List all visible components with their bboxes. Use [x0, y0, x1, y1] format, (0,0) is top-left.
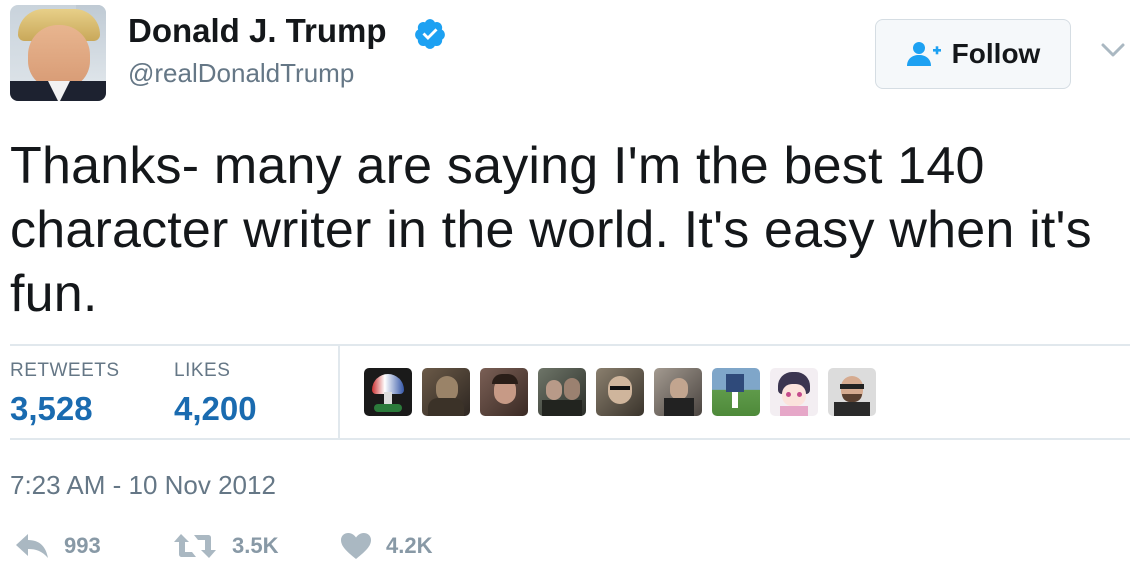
tweet-card: Donald J. Trump @realDonaldTrump Follow …: [0, 0, 1142, 568]
stats-bottom-divider: [10, 438, 1130, 440]
follow-button-label: Follow: [951, 38, 1041, 69]
liker-avatar-2[interactable]: [422, 368, 470, 416]
liker-avatar-5[interactable]: [596, 368, 644, 416]
verified-badge-icon: [415, 19, 445, 49]
heart-icon: [341, 533, 371, 559]
like-count: 4.2K: [386, 533, 433, 558]
likes-stat[interactable]: LIKES 4,200: [174, 360, 257, 428]
retweets-label: RETWEETS: [10, 360, 120, 381]
liked-by-avatars: [364, 368, 876, 416]
reply-count: 993: [64, 533, 101, 558]
retweets-value: 3,528: [10, 390, 93, 427]
likes-label: LIKES: [174, 360, 231, 381]
author-avatar[interactable]: [10, 5, 106, 101]
reply-button[interactable]: 993: [14, 532, 101, 560]
liker-avatar-3[interactable]: [480, 368, 528, 416]
add-user-icon: [906, 42, 941, 66]
retweets-stat[interactable]: RETWEETS 3,528: [10, 360, 120, 428]
liker-avatar-7[interactable]: [712, 368, 760, 416]
tweet-timestamp[interactable]: 7:23 AM - 10 Nov 2012: [10, 470, 276, 501]
liker-avatar-6[interactable]: [654, 368, 702, 416]
chevron-down-icon[interactable]: [1098, 38, 1128, 62]
stats-separator: [338, 346, 340, 438]
avatar-face: [28, 25, 90, 89]
tweet-text: Thanks- many are saying I'm the best 140…: [10, 137, 1092, 323]
reply-icon: [16, 534, 48, 558]
stats-top-divider: [10, 344, 1130, 346]
author-handle[interactable]: @realDonaldTrump: [128, 58, 354, 89]
retweet-count: 3.5K: [232, 533, 279, 558]
liker-avatar-9[interactable]: [828, 368, 876, 416]
liker-avatar-4[interactable]: [538, 368, 586, 416]
author-display-name[interactable]: Donald J. Trump: [128, 12, 387, 50]
liker-avatar-8[interactable]: [770, 368, 818, 416]
retweet-icon: [174, 534, 216, 558]
liker-avatar-1[interactable]: [364, 368, 412, 416]
likes-value: 4,200: [174, 390, 257, 427]
like-button[interactable]: 4.2K: [340, 532, 432, 560]
retweet-button[interactable]: 3.5K: [172, 532, 278, 560]
follow-button[interactable]: Follow: [875, 19, 1071, 89]
